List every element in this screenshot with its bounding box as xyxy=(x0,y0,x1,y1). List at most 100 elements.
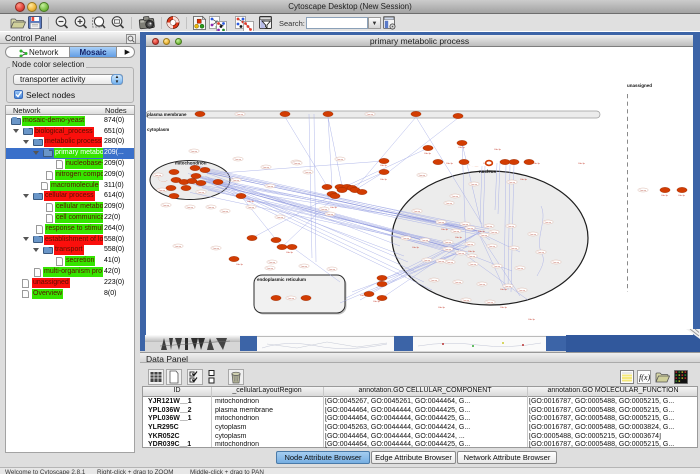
svg-text:Yxx-xx: Yxx-xx xyxy=(529,234,536,236)
svg-text:Yab-1p: Yab-1p xyxy=(661,195,669,197)
svg-text:Yab-1p: Yab-1p xyxy=(478,231,486,233)
svg-text:Yxx-xx: Yxx-xx xyxy=(639,190,646,192)
svg-text:Yxx-xx: Yxx-xx xyxy=(268,262,275,264)
svg-text:unassigned: unassigned xyxy=(627,83,652,88)
svg-text:Yxx-xx: Yxx-xx xyxy=(234,159,241,161)
svg-text:Yab-1p: Yab-1p xyxy=(380,179,388,181)
svg-text:Yxx-xx: Yxx-xx xyxy=(466,228,473,230)
svg-text:Yxx-xx: Yxx-xx xyxy=(421,240,428,242)
svg-text:Yxx-xx: Yxx-xx xyxy=(537,252,544,254)
svg-text:Yxx-xx: Yxx-xx xyxy=(466,244,473,246)
svg-text:Yxx-xx: Yxx-xx xyxy=(444,249,451,251)
svg-text:Yxx-xx: Yxx-xx xyxy=(276,217,283,219)
svg-text:Yab-1p: Yab-1p xyxy=(446,163,454,165)
svg-text:Yab-1p: Yab-1p xyxy=(380,165,388,167)
svg-text:Yxx-xx: Yxx-xx xyxy=(462,300,469,302)
svg-text:Yxx-xx: Yxx-xx xyxy=(437,222,444,224)
svg-text:Yab-1p: Yab-1p xyxy=(500,307,508,309)
svg-text:Yxx-xx: Yxx-xx xyxy=(326,214,333,216)
svg-text:Yab-1p: Yab-1p xyxy=(247,201,255,203)
svg-text:Yxx-xx: Yxx-xx xyxy=(454,282,461,284)
svg-text:cytoplasm: cytoplasm xyxy=(147,127,169,132)
svg-text:Yxx-xx: Yxx-xx xyxy=(266,268,273,270)
svg-text:f(x): f(x) xyxy=(639,373,650,382)
svg-text:Yxx-xx: Yxx-xx xyxy=(197,192,204,194)
svg-text:Yxx-xx: Yxx-xx xyxy=(451,196,458,198)
svg-text:Yxx-xx: Yxx-xx xyxy=(488,246,495,248)
svg-text:Yxx-xx: Yxx-xx xyxy=(212,248,219,250)
svg-text:Yxx-xx: Yxx-xx xyxy=(516,268,523,270)
svg-text:Yab-1p: Yab-1p xyxy=(236,264,244,266)
svg-text:Yxx-xx: Yxx-xx xyxy=(266,186,273,188)
svg-text:Yxx-xx: Yxx-xx xyxy=(468,256,475,258)
svg-text:Yxx-xx: Yxx-xx xyxy=(430,280,437,282)
svg-text:Yxx-xx: Yxx-xx xyxy=(336,159,343,161)
svg-text:Yab-1p: Yab-1p xyxy=(528,319,536,321)
svg-text:Yxx-xx: Yxx-xx xyxy=(304,172,311,174)
svg-text:Yab-1p: Yab-1p xyxy=(520,179,528,181)
svg-text:mitochondrion: mitochondrion xyxy=(175,161,207,166)
svg-text:Yab-1p: Yab-1p xyxy=(468,251,476,253)
svg-text:endoplasmic reticulum: endoplasmic reticulum xyxy=(257,277,306,282)
svg-text:Yxx-xx: Yxx-xx xyxy=(470,184,477,186)
svg-text:Yxx-xx: Yxx-xx xyxy=(418,175,425,177)
svg-text:Yxx-xx: Yxx-xx xyxy=(544,222,551,224)
svg-text:nucleus: nucleus xyxy=(479,169,497,174)
svg-text:Yxx-xx: Yxx-xx xyxy=(504,286,511,288)
svg-text:Yxx-xx: Yxx-xx xyxy=(457,253,464,255)
svg-text:Yxx-xx: Yxx-xx xyxy=(174,246,181,248)
svg-text:Yxx-xx: Yxx-xx xyxy=(461,224,468,226)
svg-text:Yxx-xx: Yxx-xx xyxy=(221,211,228,213)
svg-text:Yab-1p: Yab-1p xyxy=(494,149,502,151)
svg-text:Yxx-xx: Yxx-xx xyxy=(518,290,525,292)
svg-text:Yab-1p: Yab-1p xyxy=(286,252,294,254)
svg-text:Yxx-xx: Yxx-xx xyxy=(493,266,500,268)
svg-text:Yxx-xx: Yxx-xx xyxy=(247,207,254,209)
svg-text:Yxx-xx: Yxx-xx xyxy=(469,264,476,266)
svg-text:Yab-1p: Yab-1p xyxy=(373,301,381,303)
svg-text:Yxx-xx: Yxx-xx xyxy=(207,207,214,209)
svg-text:Yxx-xx: Yxx-xx xyxy=(402,238,409,240)
svg-text:Yxx-xx: Yxx-xx xyxy=(366,114,373,116)
svg-text:Yab-1p: Yab-1p xyxy=(424,153,432,155)
svg-text:Yxx-xx: Yxx-xx xyxy=(510,248,517,250)
svg-text:Yxx-xx: Yxx-xx xyxy=(486,302,493,304)
svg-text:plasma membrane: plasma membrane xyxy=(147,112,187,117)
svg-text:Yab-1p: Yab-1p xyxy=(438,307,446,309)
svg-text:Yab-1p: Yab-1p xyxy=(441,229,449,231)
svg-text:Yxx-xx: Yxx-xx xyxy=(293,163,300,165)
svg-text:Yxx-xx: Yxx-xx xyxy=(490,232,497,234)
svg-text:Yxx-xx: Yxx-xx xyxy=(452,231,459,233)
svg-text:Yxx-xx: Yxx-xx xyxy=(162,205,169,207)
svg-text:Yab-1p: Yab-1p xyxy=(330,207,338,209)
svg-text:Yxx-xx: Yxx-xx xyxy=(262,167,269,169)
svg-text:Yxx-xx: Yxx-xx xyxy=(232,180,239,182)
svg-text:Yxx-xx: Yxx-xx xyxy=(485,226,492,228)
svg-text:Yxx-xx: Yxx-xx xyxy=(552,262,559,264)
svg-text:Yxx-xx: Yxx-xx xyxy=(300,266,307,268)
svg-text:Yxx-xx: Yxx-xx xyxy=(236,114,243,116)
svg-text:Yab-1p: Yab-1p xyxy=(458,147,466,149)
svg-text:Yxx-xx: Yxx-xx xyxy=(507,226,514,228)
svg-text:Yab-1p: Yab-1p xyxy=(578,163,586,165)
svg-text:Yxx-xx: Yxx-xx xyxy=(158,190,165,192)
svg-text:Yab-1p: Yab-1p xyxy=(455,237,463,239)
svg-text:Yxx-xx: Yxx-xx xyxy=(478,284,485,286)
svg-text:Yxx-xx: Yxx-xx xyxy=(328,269,335,271)
svg-text:Yxx-xx: Yxx-xx xyxy=(320,209,327,211)
svg-text:Yxx-xx: Yxx-xx xyxy=(423,260,430,262)
svg-text:Yxx-xx: Yxx-xx xyxy=(186,207,193,209)
svg-text:Yxx-xx: Yxx-xx xyxy=(445,203,452,205)
svg-text:Yxx-xx: Yxx-xx xyxy=(444,242,451,244)
svg-text:Yxx-xx: Yxx-xx xyxy=(446,262,453,264)
svg-text:Yxx-xx: Yxx-xx xyxy=(437,261,444,263)
svg-text:Yxx-xx: Yxx-xx xyxy=(480,235,487,237)
svg-text:Yxx-xx: Yxx-xx xyxy=(190,151,197,153)
svg-text:Yab-1p: Yab-1p xyxy=(412,247,420,249)
svg-text:Yab-1p: Yab-1p xyxy=(533,163,541,165)
svg-text:Yab-1p: Yab-1p xyxy=(678,195,686,197)
svg-text:Yxx-xx: Yxx-xx xyxy=(413,211,420,213)
svg-text:Yab-1p: Yab-1p xyxy=(500,289,508,291)
svg-text:Yxx-xx: Yxx-xx xyxy=(154,175,161,177)
svg-text:Yxx-xx: Yxx-xx xyxy=(287,298,294,300)
